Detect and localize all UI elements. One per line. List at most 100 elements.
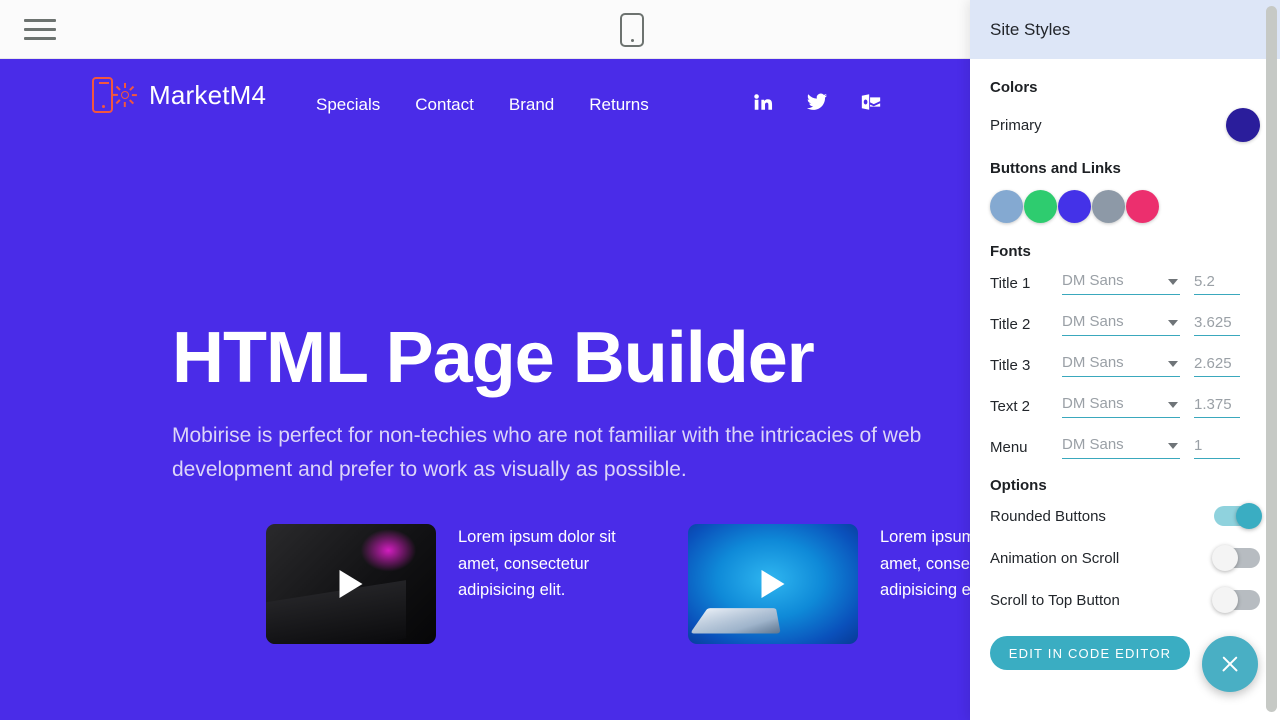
font-size-input[interactable]: 1.375 (1194, 396, 1240, 418)
panel-body: Colors Primary Buttons and Links Fonts T… (970, 79, 1280, 670)
sun-ray (129, 85, 135, 91)
hero-subtitle: Mobirise is perfect for non-techies who … (172, 424, 922, 482)
nav-item-specials[interactable]: Specials (316, 95, 380, 115)
fonts-section-heading: Fonts (990, 243, 1031, 260)
font-size-input[interactable]: 5.2 (1194, 273, 1240, 295)
dark-laptop-video-thumbnail[interactable] (266, 524, 436, 644)
button-color-swatch-2[interactable] (1024, 190, 1057, 223)
font-family-value: DM Sans (1062, 272, 1124, 289)
brand-name: MarketM4 (149, 79, 267, 110)
nav-item-returns[interactable]: Returns (589, 95, 649, 115)
font-row-label: Title 2 (990, 316, 1031, 333)
font-family-value: DM Sans (1062, 313, 1124, 330)
page-scrollbar[interactable] (1266, 6, 1277, 712)
sun-ray (131, 94, 137, 96)
builder-toolbar (0, 0, 970, 59)
font-family-select[interactable]: DM Sans (1062, 272, 1180, 295)
button-color-swatch-3[interactable] (1058, 190, 1091, 223)
font-family-select[interactable]: DM Sans (1062, 313, 1180, 336)
sun-ray (115, 85, 121, 91)
mobile-device-preview-icon[interactable] (620, 13, 644, 47)
chevron-down-icon (1168, 320, 1178, 326)
chevron-down-icon (1168, 402, 1178, 408)
twitter-icon[interactable] (806, 91, 828, 113)
edit-in-code-editor-button[interactable]: EDIT IN CODE EDITOR (990, 636, 1190, 670)
hamburger-menu-icon[interactable] (24, 14, 56, 44)
font-size-input[interactable]: 2.625 (1194, 355, 1240, 377)
font-row-title-3: Title 3 DM Sans 2.625 (990, 354, 1260, 377)
video-card-text: Lorem ipsum dolor sit amet, consectetur … (458, 528, 616, 600)
site-header: MarketM4 Specials Contact Brand Returns (0, 59, 970, 159)
close-panel-button[interactable] (1202, 636, 1258, 692)
chevron-down-icon (1168, 279, 1178, 285)
sun-ray (124, 83, 126, 88)
font-row-label: Text 2 (990, 398, 1031, 415)
font-row-text-2: Text 2 DM Sans 1.375 (990, 395, 1260, 418)
panel-title: Site Styles (990, 19, 1071, 39)
video-card-text: Lorem ipsum dolor sit amet, consectetur … (880, 528, 970, 600)
font-row-title-2: Title 2 DM Sans 3.625 (990, 313, 1260, 336)
button-color-swatch-4[interactable] (1092, 190, 1125, 223)
nav-item-brand[interactable]: Brand (509, 95, 554, 115)
font-rows: Title 1 DM Sans 5.2 Title 2 DM Sans 3.625 Titl… (990, 272, 1260, 459)
button-color-swatch-1[interactable] (990, 190, 1023, 223)
phone-outline-shape (92, 77, 113, 113)
button-color-swatches (990, 190, 1260, 223)
primary-color-swatch[interactable] (1226, 108, 1260, 142)
font-family-select[interactable]: DM Sans (1062, 395, 1180, 418)
font-size-input[interactable]: 1 (1194, 437, 1240, 459)
site-preview-canvas: MarketM4 Specials Contact Brand Returns (0, 59, 970, 720)
nav-item-contact[interactable]: Contact (415, 95, 474, 115)
option-label: Scroll to Top Button (990, 591, 1120, 609)
hamburger-bar (24, 36, 56, 40)
font-row-menu: Menu DM Sans 1 (990, 436, 1260, 459)
font-size-input[interactable]: 3.625 (1194, 314, 1240, 336)
option-row-animation-on-scroll: Animation on Scroll (990, 545, 1260, 571)
font-family-value: DM Sans (1062, 354, 1124, 371)
font-family-select[interactable]: DM Sans (1062, 354, 1180, 377)
site-styles-panel: Site Styles Colors Primary Buttons and L… (970, 0, 1280, 720)
app-root: MarketM4 Specials Contact Brand Returns (0, 0, 1280, 720)
play-icon[interactable] (761, 570, 785, 598)
play-icon[interactable] (339, 570, 363, 598)
sun-ray (112, 94, 118, 96)
hamburger-bar (24, 27, 56, 31)
font-family-select[interactable]: DM Sans (1062, 436, 1180, 459)
video-card: Lorem ipsum dolor sit amet, consectetur … (688, 524, 970, 644)
video-card: Lorem ipsum dolor sit amet, consectetur … (266, 524, 648, 644)
option-row-rounded-buttons: Rounded Buttons (990, 503, 1262, 529)
buttons-links-label: Buttons and Links (990, 160, 1121, 177)
primary-color-label: Primary (990, 116, 1042, 134)
options-section-heading: Options (990, 477, 1047, 494)
font-row-label: Title 3 (990, 357, 1031, 374)
chevron-down-icon (1168, 361, 1178, 367)
linkedin-icon[interactable] (752, 91, 774, 113)
sun-ray (129, 99, 135, 105)
toggle-knob (1212, 587, 1238, 613)
font-row-label: Menu (990, 439, 1028, 456)
social-links (752, 91, 882, 113)
phone-sun-logo-icon (88, 73, 137, 117)
hero-title: HTML Page Builder (172, 318, 815, 398)
button-color-swatch-5[interactable] (1126, 190, 1159, 223)
font-row-label: Title 1 (990, 275, 1031, 292)
option-toggle[interactable] (1212, 587, 1260, 613)
font-family-value: DM Sans (1062, 395, 1124, 412)
option-toggle[interactable] (1212, 545, 1260, 571)
video-card-list: Lorem ipsum dolor sit amet, consectetur … (266, 524, 970, 644)
site-navigation: Specials Contact Brand Returns (316, 95, 649, 115)
sun-core (121, 91, 129, 99)
hamburger-bar (24, 18, 56, 22)
blue-laptop-video-thumbnail[interactable] (688, 524, 858, 644)
chevron-down-icon (1168, 443, 1178, 449)
toggle-knob (1212, 545, 1238, 571)
colors-section-heading: Colors (990, 79, 1038, 96)
option-toggle[interactable] (1214, 503, 1262, 529)
brand[interactable]: MarketM4 (88, 73, 266, 117)
option-row-scroll-to-top-button: Scroll to Top Button (990, 587, 1260, 613)
font-family-value: DM Sans (1062, 436, 1124, 453)
panel-header: Site Styles (970, 0, 1280, 59)
sun-burst-shape (112, 83, 137, 107)
option-label: Animation on Scroll (990, 549, 1120, 567)
outlook-mail-icon[interactable] (860, 91, 882, 113)
